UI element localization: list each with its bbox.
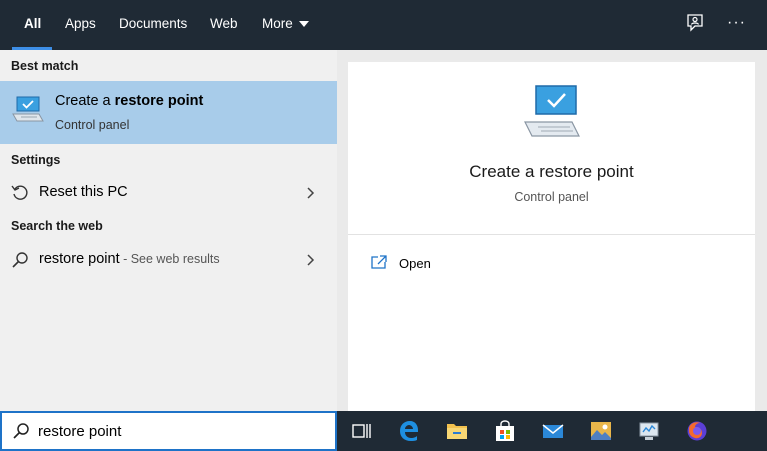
tab-documents[interactable]: Documents: [119, 0, 187, 50]
task-view-icon[interactable]: [337, 411, 385, 451]
web-search-hint: - See web results: [119, 252, 220, 266]
divider: [348, 234, 755, 235]
web-search-label: restore point - See web results: [39, 251, 220, 267]
search-icon: [12, 252, 28, 268]
monitor-check-icon: [12, 96, 44, 122]
edge-icon[interactable]: [385, 411, 433, 451]
settings-item-reset-pc[interactable]: Reset this PC: [0, 176, 337, 209]
tab-apps[interactable]: Apps: [65, 0, 96, 50]
settings-header: Settings: [11, 153, 61, 167]
firefox-icon[interactable]: [673, 411, 721, 451]
search-input[interactable]: [38, 420, 318, 442]
best-match-subtitle: Control panel: [55, 118, 130, 132]
tab-all[interactable]: All: [11, 0, 53, 50]
preview-subtitle: Control panel: [514, 190, 589, 204]
best-match-header: Best match: [11, 59, 79, 73]
preview-pane: Create a restore point Control panel Ope…: [348, 62, 755, 411]
chevron-down-icon: [299, 21, 309, 27]
best-match-title-bold: restore point: [114, 93, 204, 109]
tab-more-label: More: [262, 16, 293, 31]
web-search-query: restore point: [39, 251, 120, 267]
chevron-right-icon[interactable]: [305, 251, 317, 269]
more-options-icon[interactable]: ···: [727, 13, 747, 33]
best-match-title-prefix: Create a: [55, 93, 115, 109]
best-match-item[interactable]: Create a restore point Control panel: [0, 81, 337, 144]
tab-web[interactable]: Web: [210, 0, 238, 50]
search-filter-bar: All Apps Documents Web More ···: [0, 0, 767, 50]
control-panel-icon[interactable]: [625, 411, 673, 451]
settings-item-label: Reset this PC: [39, 184, 128, 200]
best-match-title: Create a restore point: [55, 93, 203, 109]
photos-icon[interactable]: [577, 411, 625, 451]
search-web-header: Search the web: [11, 219, 103, 233]
search-box[interactable]: [0, 411, 337, 451]
tab-more[interactable]: More: [262, 0, 309, 50]
reset-icon: [11, 185, 28, 200]
taskbar: [337, 411, 767, 451]
feedback-icon[interactable]: [685, 13, 705, 33]
chevron-right-icon[interactable]: [305, 184, 317, 202]
results-pane: Best match Create a restore point Contro…: [0, 50, 337, 411]
file-explorer-icon[interactable]: [433, 411, 481, 451]
preview-title: Create a restore point: [469, 162, 634, 181]
mail-icon[interactable]: [529, 411, 577, 451]
open-icon: [371, 255, 387, 269]
store-icon[interactable]: [481, 411, 529, 451]
web-search-item[interactable]: restore point - See web results: [0, 243, 337, 276]
search-icon: [13, 423, 29, 439]
open-action[interactable]: Open: [348, 248, 755, 278]
monitor-check-icon: [524, 85, 580, 137]
open-label: Open: [399, 256, 431, 271]
